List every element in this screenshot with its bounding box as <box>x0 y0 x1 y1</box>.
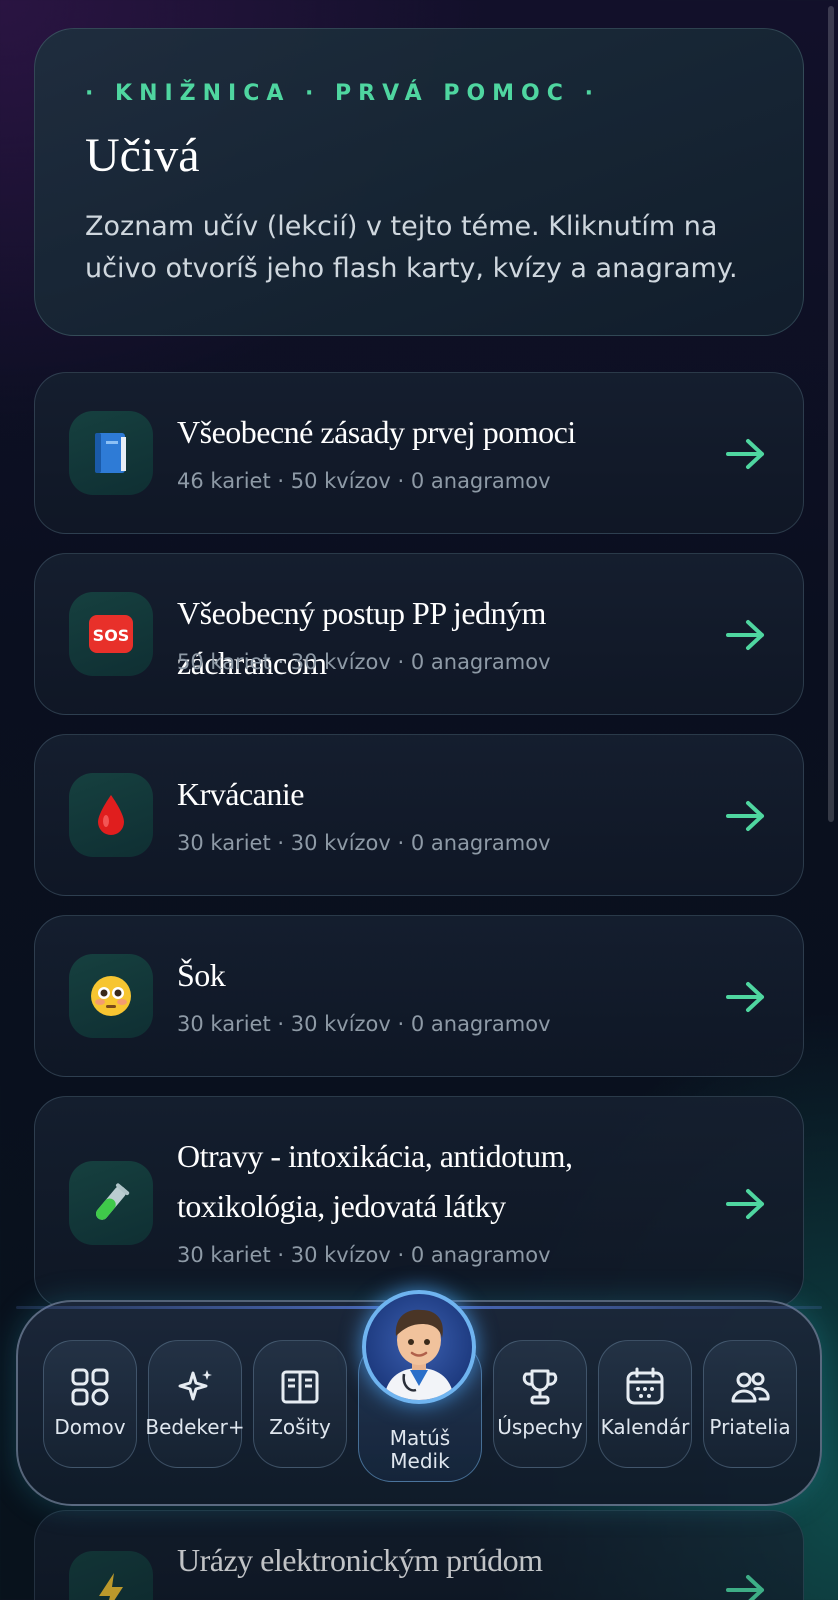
lesson-meta: 30 kariet · 30 kvízov · 0 anagramov <box>177 1243 551 1267</box>
book-open-icon <box>281 1370 319 1404</box>
nav-notebooks-label: Zošity <box>269 1415 331 1439</box>
nav-calendar[interactable]: Kalendár <box>598 1340 692 1468</box>
page-description: Zoznam učív (lekcií) v tejto téme. Klikn… <box>85 211 738 284</box>
doctor-avatar-icon <box>384 1309 454 1400</box>
topic-header-card: · KNIŽNICA · PRVÁ POMOC · Učivá Zoznam u… <box>34 28 804 336</box>
avatar[interactable] <box>362 1290 476 1404</box>
scrollbar[interactable] <box>828 6 834 822</box>
nav-profile-label: Matúš Medik <box>359 1427 481 1473</box>
nav-calendar-label: Kalendár <box>600 1415 690 1439</box>
arrow-right-icon[interactable] <box>725 1573 767 1600</box>
lesson-title: Všeobecné zásady prvej pomoci <box>177 414 576 450</box>
page-title: Učivá <box>85 129 200 182</box>
breadcrumb[interactable]: · KNIŽNICA · PRVÁ POMOC · <box>85 81 753 106</box>
lesson-meta: 50 kariet · 30 kvízov · 0 anagramov <box>177 650 551 674</box>
nav-friends-label: Priatelia <box>709 1415 791 1439</box>
nav-achievements[interactable]: Úspechy <box>493 1340 587 1468</box>
flushed-face-icon <box>91 976 131 1016</box>
arrow-right-icon[interactable] <box>725 618 767 652</box>
lesson-title: Urázy elektronickým prúdom <box>177 1542 543 1578</box>
lesson-icon-box: SOS <box>69 592 153 676</box>
lesson-meta: 30 kariet · 30 kvízov · 0 anagramov <box>177 1012 551 1036</box>
arrow-right-icon[interactable] <box>725 799 767 833</box>
lesson-card[interactable]: Urázy elektronickým prúdom <box>34 1510 804 1600</box>
lesson-card[interactable]: SOS Všeobecný postup PP jedným záchranco… <box>34 553 804 715</box>
lesson-meta: 46 kariet · 50 kvízov · 0 anagramov <box>177 469 551 493</box>
lesson-icon-box <box>69 1551 153 1600</box>
lightning-icon <box>99 1573 123 1600</box>
lesson-title: Otravy - intoxikácia, antidotum, toxikol… <box>177 1138 573 1224</box>
trophy-icon <box>522 1369 558 1405</box>
lesson-icon-box <box>69 773 153 857</box>
sparkle-icon <box>178 1370 212 1401</box>
lesson-icon-box <box>69 1161 153 1245</box>
people-icon <box>731 1372 770 1403</box>
test-tube-icon <box>96 1183 130 1220</box>
lesson-title: Krvácanie <box>177 776 304 812</box>
nav-bedeker-label: Bedeker+ <box>145 1415 245 1439</box>
lesson-title: Šok <box>177 957 226 993</box>
lesson-card[interactable]: Krvácanie 30 kariet · 30 kvízov · 0 anag… <box>34 734 804 896</box>
nav-profile-last-name: Medik <box>390 1449 450 1473</box>
lesson-icon-box <box>69 411 153 495</box>
blue-book-icon <box>95 433 126 473</box>
calendar-icon <box>626 1367 664 1405</box>
lesson-card[interactable]: Šok 30 kariet · 30 kvízov · 0 anagramov <box>34 915 804 1077</box>
nav-home[interactable]: Domov <box>43 1340 137 1468</box>
blood-drop-icon <box>98 795 124 835</box>
nav-home-label: Domov <box>54 1415 126 1439</box>
nav-achievements-label: Úspechy <box>497 1415 583 1439</box>
sos-icon: SOS <box>89 615 133 653</box>
nav-friends[interactable]: Priatelia <box>703 1340 797 1468</box>
nav-profile-first-name: Matúš <box>389 1426 451 1450</box>
arrow-right-icon[interactable] <box>725 437 767 471</box>
lesson-meta: 30 kariet · 30 kvízov · 0 anagramov <box>177 831 551 855</box>
arrow-right-icon[interactable] <box>725 1187 767 1221</box>
nav-notebooks[interactable]: Zošity <box>253 1340 347 1468</box>
lesson-card[interactable]: Všeobecné zásady prvej pomoci 46 kariet … <box>34 372 804 534</box>
svg-text:SOS: SOS <box>93 626 130 645</box>
arrow-right-icon[interactable] <box>725 980 767 1014</box>
lesson-card[interactable]: Otravy - intoxikácia, antidotum, toxikol… <box>34 1096 804 1308</box>
nav-bedeker[interactable]: Bedeker+ <box>145 1340 245 1468</box>
lesson-icon-box <box>69 954 153 1038</box>
grid-icon <box>71 1368 109 1406</box>
